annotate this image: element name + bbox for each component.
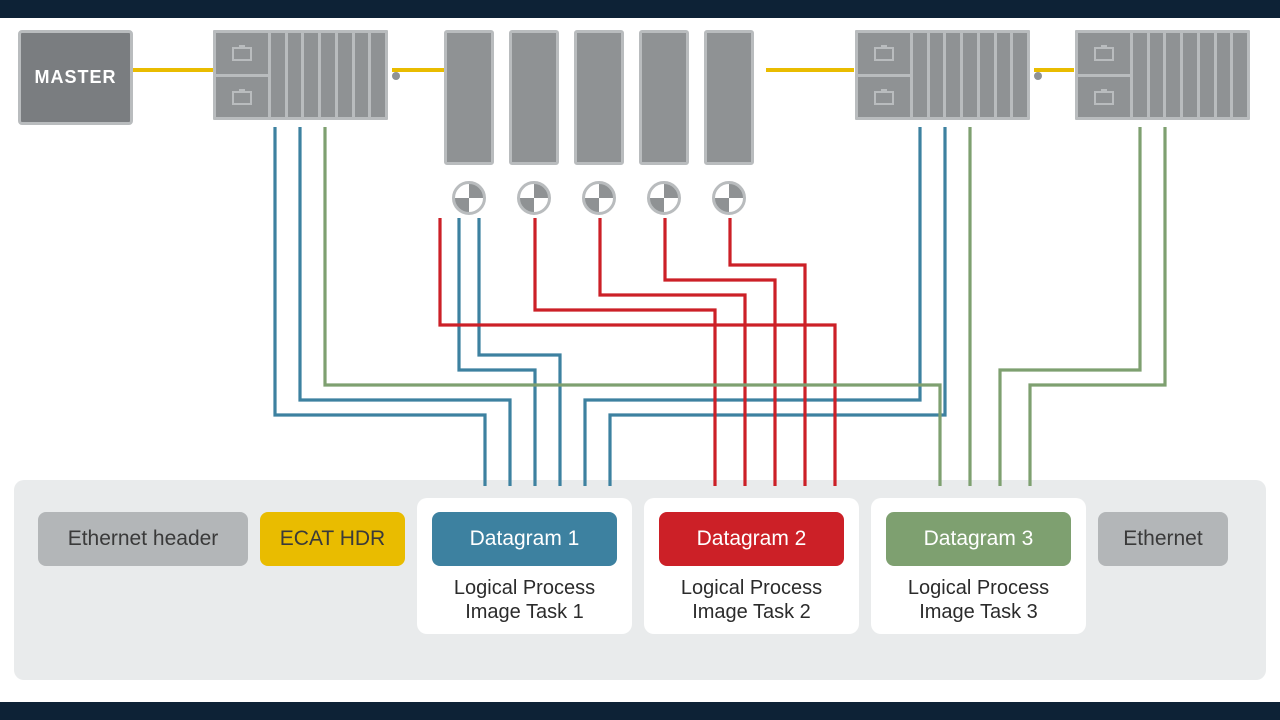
datagram-3-block: Datagram 3 Logical Process Image Task 3 bbox=[871, 498, 1086, 634]
ethercat-frame: Ethernet header ECAT HDR Datagram 1 Logi… bbox=[14, 480, 1266, 680]
ethernet-port-icon bbox=[858, 33, 910, 77]
bottom-border-bar bbox=[0, 702, 1280, 720]
ethernet-port-icon bbox=[216, 33, 268, 77]
datagram-2-block: Datagram 2 Logical Process Image Task 2 bbox=[644, 498, 859, 634]
datagram-3-subtitle: Logical Process Image Task 3 bbox=[885, 576, 1072, 624]
ethernet-port-icon bbox=[1078, 77, 1130, 118]
ethernet-header-field: Ethernet header bbox=[38, 512, 248, 566]
motor-icon bbox=[647, 181, 681, 215]
servo-drive bbox=[704, 30, 754, 165]
servo-drives bbox=[444, 30, 754, 165]
coupler-dot-icon bbox=[392, 72, 400, 80]
datagram-1-subtitle: Logical Process Image Task 1 bbox=[431, 576, 618, 624]
device-row: MASTER bbox=[0, 30, 1280, 230]
motor-icon bbox=[452, 181, 486, 215]
servo-drive bbox=[444, 30, 494, 165]
master-node: MASTER bbox=[18, 30, 133, 125]
datagram-1-pill: Datagram 1 bbox=[432, 512, 617, 566]
datagram-1-block: Datagram 1 Logical Process Image Task 1 bbox=[417, 498, 632, 634]
datagram-3-pill: Datagram 3 bbox=[886, 512, 1071, 566]
motor-icon bbox=[582, 181, 616, 215]
motor-icon bbox=[712, 181, 746, 215]
coupler-dot-icon bbox=[1034, 72, 1042, 80]
io-coupler-1 bbox=[213, 30, 388, 120]
ecat-header-field: ECAT HDR bbox=[260, 512, 405, 566]
ethernet-port-icon bbox=[1078, 33, 1130, 77]
datagram-2-subtitle: Logical Process Image Task 2 bbox=[658, 576, 845, 624]
top-border-bar bbox=[0, 0, 1280, 18]
servo-drive bbox=[574, 30, 624, 165]
io-coupler-2 bbox=[855, 30, 1030, 120]
io-coupler-3 bbox=[1075, 30, 1250, 120]
ethernet-trailer-field: Ethernet bbox=[1098, 512, 1228, 566]
servo-drive bbox=[639, 30, 689, 165]
motor-icon bbox=[517, 181, 551, 215]
ethernet-port-icon bbox=[858, 77, 910, 118]
datagram-2-pill: Datagram 2 bbox=[659, 512, 844, 566]
servo-drive bbox=[509, 30, 559, 165]
ethernet-port-icon bbox=[216, 77, 268, 118]
